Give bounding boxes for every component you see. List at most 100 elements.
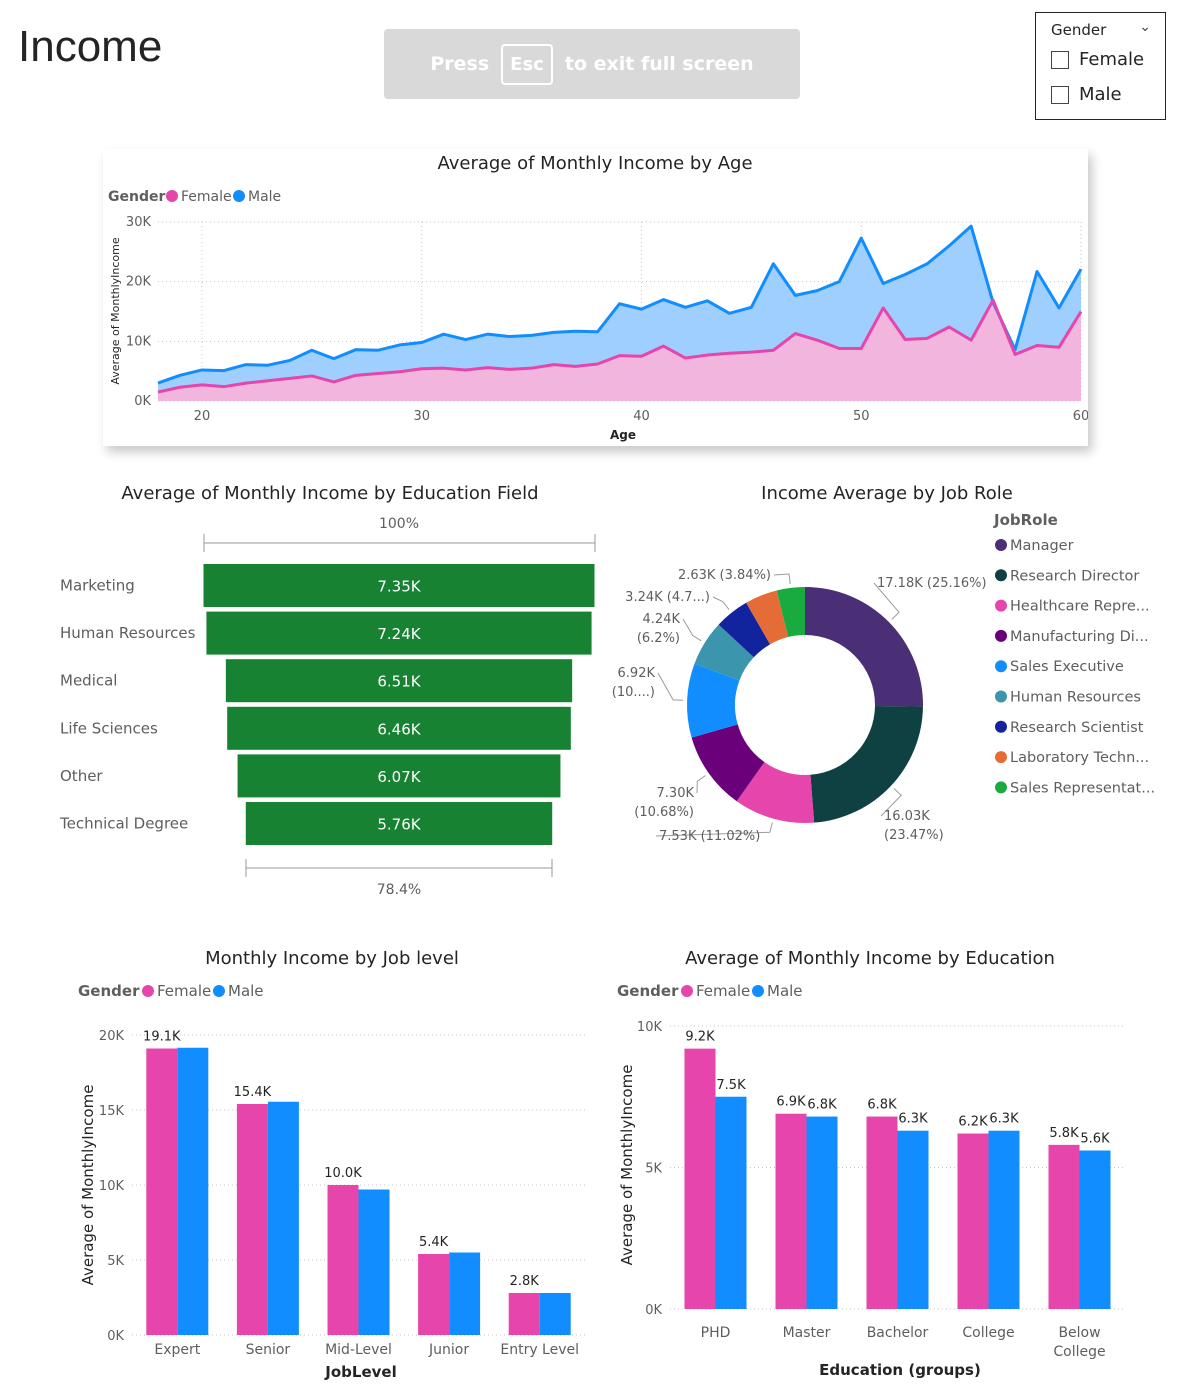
chart-title: Average of Monthly Income by Education F… bbox=[121, 483, 538, 504]
value-label: 6.51K bbox=[377, 673, 421, 691]
bar-male bbox=[806, 1116, 838, 1309]
legend-title: Gender bbox=[617, 982, 679, 1000]
leader-line bbox=[773, 573, 791, 584]
category-label: College bbox=[1053, 1344, 1105, 1360]
legend-marker bbox=[995, 720, 1007, 733]
chart-title: Average of Monthly Income by Education bbox=[685, 948, 1055, 969]
legend-female[interactable]: Female bbox=[181, 189, 232, 205]
esc-key: Esc bbox=[501, 43, 553, 85]
bar-male bbox=[988, 1130, 1020, 1309]
gender-slicer: Gender ⌄ Female Male bbox=[1035, 12, 1166, 120]
category-label: Marketing bbox=[60, 577, 135, 595]
x-tick-label: 50 bbox=[853, 409, 870, 424]
legend-male[interactable]: Male bbox=[228, 982, 264, 1000]
chevron-down-icon[interactable]: ⌄ bbox=[1139, 19, 1151, 35]
legend-female[interactable]: Female bbox=[696, 982, 750, 1000]
category-label: PHD bbox=[701, 1325, 731, 1341]
slicer-option-male[interactable]: Male bbox=[1051, 84, 1122, 105]
bar-male bbox=[1079, 1150, 1111, 1309]
y-axis-label: Average of MonthlyIncome bbox=[618, 1065, 636, 1266]
x-axis-label: Age bbox=[610, 428, 636, 442]
legend-title: Gender bbox=[78, 982, 140, 1000]
y-tick-label: 20K bbox=[99, 1029, 125, 1044]
bar-male bbox=[177, 1047, 209, 1335]
legend-item: Manufacturing Di... bbox=[1010, 629, 1149, 645]
data-label: 3.24K (4.7...) bbox=[625, 590, 710, 605]
education-field-funnel: Average of Monthly Income by Education F… bbox=[59, 483, 596, 898]
legend-male[interactable]: Male bbox=[767, 982, 803, 1000]
bar-female bbox=[418, 1254, 450, 1335]
banner-prefix: Press bbox=[430, 53, 490, 75]
y-tick-label: 30K bbox=[126, 215, 152, 230]
y-tick-label: 10K bbox=[126, 334, 152, 349]
legend-female[interactable]: Female bbox=[157, 982, 211, 1000]
data-label: 6.8K bbox=[807, 1098, 837, 1113]
data-label: 10.0K bbox=[324, 1166, 362, 1181]
data-label: 5.4K bbox=[419, 1235, 449, 1250]
category-label: Life Sciences bbox=[60, 719, 158, 737]
category-label: Senior bbox=[246, 1342, 291, 1358]
category-label: Medical bbox=[60, 672, 117, 690]
legend-marker-male bbox=[233, 190, 245, 202]
bar-female bbox=[775, 1113, 807, 1309]
age-area-chart: Average of Monthly Income by Age Gender … bbox=[108, 153, 1089, 442]
x-tick-label: 20 bbox=[194, 409, 211, 424]
legend-marker bbox=[995, 599, 1007, 612]
bar-female bbox=[1048, 1144, 1080, 1309]
y-axis-label: Average of MonthlyIncome bbox=[109, 237, 122, 385]
age-chart-card: Average of Monthly Income by Age Gender … bbox=[103, 149, 1089, 446]
exit-fullscreen-banner[interactable]: Press Esc to exit full screen bbox=[384, 29, 800, 99]
leader-line bbox=[682, 618, 702, 642]
data-label: 7.30K bbox=[657, 786, 695, 801]
x-tick-label: 40 bbox=[633, 409, 650, 424]
data-label: (10.68%) bbox=[634, 805, 694, 820]
data-label: 16.03K bbox=[884, 809, 930, 824]
checkbox-female[interactable] bbox=[1051, 50, 1069, 69]
y-tick-label: 20K bbox=[126, 275, 152, 290]
data-label: 2.8K bbox=[510, 1274, 540, 1289]
value-label: 6.46K bbox=[377, 720, 421, 738]
bar-male bbox=[449, 1252, 481, 1335]
legend-marker bbox=[995, 569, 1007, 582]
value-label: 7.35K bbox=[377, 578, 421, 596]
value-label: 5.76K bbox=[377, 816, 421, 834]
legend-marker-male bbox=[752, 985, 764, 997]
legend-marker-female bbox=[681, 985, 693, 997]
checkbox-male[interactable] bbox=[1051, 85, 1069, 104]
data-label: (6.2%) bbox=[637, 631, 680, 646]
y-tick-label: 5K bbox=[645, 1162, 662, 1177]
legend-item: Manager bbox=[1010, 538, 1074, 554]
data-label: 5.8K bbox=[1049, 1126, 1079, 1141]
slicer-option-female[interactable]: Female bbox=[1051, 49, 1144, 70]
y-tick-label: 5K bbox=[107, 1254, 124, 1269]
bar-male bbox=[715, 1096, 747, 1309]
data-label: 6.3K bbox=[989, 1112, 1019, 1127]
page-title: Income bbox=[18, 22, 163, 71]
category-label: Bachelor bbox=[867, 1325, 929, 1341]
bar-male bbox=[358, 1189, 390, 1335]
legend-item: Human Resources bbox=[1010, 690, 1141, 706]
data-label: 2.63K (3.84%) bbox=[678, 568, 771, 583]
data-label: 19.1K bbox=[143, 1030, 181, 1045]
category-label: Below bbox=[1058, 1325, 1100, 1341]
data-label: 4.24K bbox=[643, 612, 681, 627]
data-label: 6.9K bbox=[776, 1095, 806, 1110]
legend-title: Gender bbox=[108, 189, 165, 205]
bar-female bbox=[236, 1104, 268, 1335]
x-axis-label: JobLevel bbox=[324, 1363, 396, 1381]
slicer-option-label: Male bbox=[1079, 84, 1122, 105]
bar-female bbox=[146, 1048, 178, 1335]
legend-item: Healthcare Repre... bbox=[1010, 599, 1150, 615]
legend-male[interactable]: Male bbox=[248, 189, 281, 205]
chart-title: Monthly Income by Job level bbox=[205, 948, 459, 969]
banner-suffix: to exit full screen bbox=[564, 53, 754, 75]
chart-title: Income Average by Job Role bbox=[761, 483, 1013, 504]
data-label: 6.3K bbox=[898, 1112, 928, 1127]
top-percent: 100% bbox=[379, 516, 419, 532]
data-label: (23.47%) bbox=[884, 828, 944, 843]
job-level-bar-chart: Monthly Income by Job level Gender Femal… bbox=[78, 948, 585, 1381]
y-tick-label: 10K bbox=[99, 1179, 125, 1194]
bar-male bbox=[267, 1101, 299, 1335]
data-label: 6.8K bbox=[867, 1098, 897, 1113]
bar-female bbox=[957, 1133, 989, 1309]
